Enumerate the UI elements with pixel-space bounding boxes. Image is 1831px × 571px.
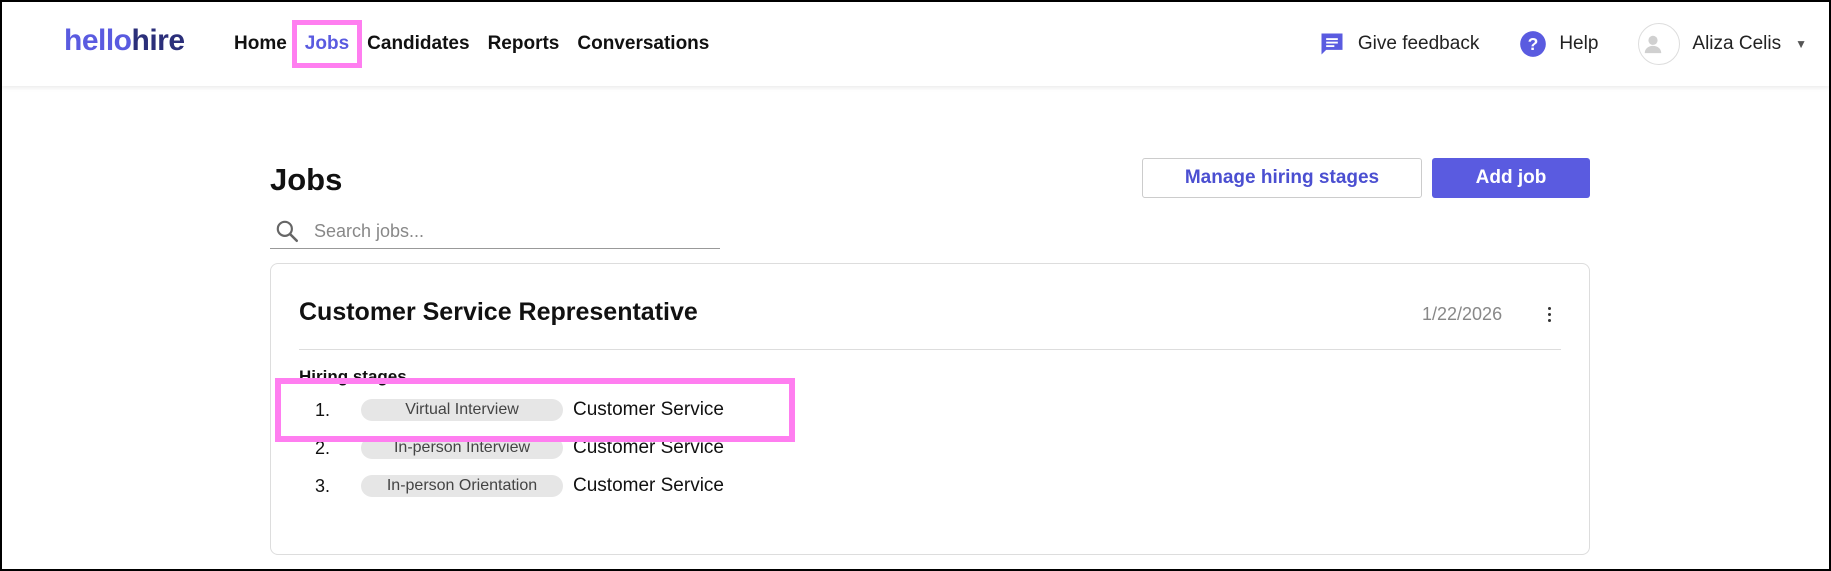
divider	[299, 349, 1561, 350]
add-job-button[interactable]: Add job	[1432, 158, 1590, 198]
nav-conversations[interactable]: Conversations	[577, 33, 709, 55]
job-date: 1/22/2026	[1422, 304, 1503, 324]
stage-item: 3. In-person Orientation Customer Servic…	[315, 472, 724, 500]
job-title[interactable]: Customer Service Representative	[299, 298, 698, 327]
svg-text:?: ?	[1528, 34, 1539, 54]
user-nav: Give feedback ? Help Aliza Celis ▼	[1278, 2, 1807, 86]
job-card: Customer Service Representative 1/22/202…	[270, 263, 1590, 555]
page-title: Jobs	[270, 162, 343, 197]
kebab-icon[interactable]	[1539, 300, 1559, 328]
stage-number: 3.	[315, 475, 331, 496]
user-menu[interactable]: Aliza Celis ▼	[1638, 23, 1807, 65]
help-label: Help	[1559, 33, 1599, 54]
hellohire-logo[interactable]: hellohire	[64, 24, 185, 58]
stage-department: Customer Service	[573, 475, 724, 496]
chevron-down-icon: ▼	[1795, 37, 1807, 51]
search-icon	[276, 220, 299, 243]
nav-candidates[interactable]: Candidates	[367, 33, 469, 55]
top-navbar: hellohire Home Jobs Candidates Reports C…	[2, 2, 1829, 86]
main-nav: Home Jobs Candidates Reports Conversatio…	[234, 2, 727, 86]
question-circle-icon: ?	[1520, 31, 1547, 57]
user-icon	[1645, 35, 1662, 54]
user-name: Aliza Celis	[1692, 33, 1782, 54]
highlight-box	[275, 378, 795, 442]
search-input[interactable]	[312, 219, 696, 243]
stage-pill: In-person Orientation	[361, 475, 563, 497]
avatar	[1638, 23, 1681, 65]
feedback-label: Give feedback	[1357, 33, 1480, 54]
give-feedback-link[interactable]: Give feedback	[1318, 30, 1479, 58]
nav-reports[interactable]: Reports	[488, 33, 560, 55]
nav-jobs[interactable]: Jobs	[291, 20, 363, 68]
search-bar	[270, 214, 720, 249]
manage-hiring-stages-button[interactable]: Manage hiring stages	[1142, 158, 1422, 198]
nav-home[interactable]: Home	[234, 33, 287, 55]
chat-bubble-icon	[1321, 33, 1343, 55]
help-link[interactable]: ? Help	[1519, 30, 1598, 58]
